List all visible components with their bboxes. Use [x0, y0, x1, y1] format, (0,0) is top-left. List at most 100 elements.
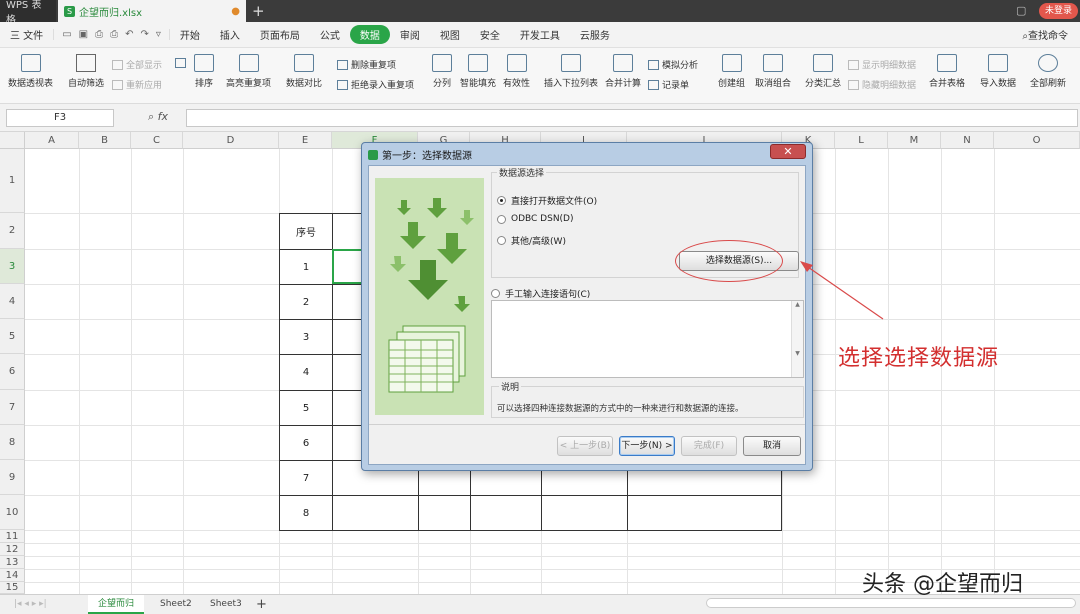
menu-formula[interactable]: 公式 — [310, 27, 350, 42]
subtotal-button[interactable]: 分类汇总 — [805, 54, 841, 89]
auto-filter-button[interactable]: 自动筛选 — [68, 54, 104, 89]
row-header-8[interactable]: 8 — [0, 425, 25, 460]
row-header-1[interactable]: 1 — [0, 149, 25, 213]
undo-icon[interactable]: ↶ — [125, 29, 133, 40]
pivot-table-button[interactable]: 数据透视表 — [8, 54, 53, 89]
sheet-nav-icon[interactable]: |◂ ◂ ▸ ▸| — [4, 595, 57, 614]
open-icon[interactable]: ▭ — [62, 29, 71, 40]
record-sheet-button[interactable]: 记录单 — [648, 78, 689, 91]
row-header-4[interactable]: 4 — [0, 284, 25, 319]
smart-fill-button[interactable]: 智能填充 — [460, 54, 496, 89]
column-header-a[interactable]: A — [25, 132, 79, 149]
table-cell[interactable] — [332, 495, 419, 531]
sheet-tab-sheet2[interactable]: Sheet2 — [150, 595, 202, 614]
serial-cell[interactable]: 4 — [279, 354, 333, 391]
name-box[interactable]: F3 — [6, 109, 114, 127]
row-header-3[interactable]: 3 — [0, 249, 25, 284]
menu-review[interactable]: 审阅 — [390, 27, 430, 42]
menu-page-layout[interactable]: 页面布局 — [250, 27, 310, 42]
horizontal-scrollbar[interactable] — [706, 598, 1076, 608]
row-header-2[interactable]: 2 — [0, 213, 25, 249]
refresh-all-button[interactable]: 全部刷新 — [1030, 54, 1066, 89]
row-header-13[interactable]: 13 — [0, 556, 25, 569]
file-menu[interactable]: 三 文件 — [0, 27, 53, 42]
column-header-l[interactable]: L — [835, 132, 888, 149]
row-header-6[interactable]: 6 — [0, 354, 25, 390]
ungroup-button[interactable]: 取消组合 — [755, 54, 791, 89]
sheet-tab-active[interactable]: 企望而归 — [88, 595, 145, 614]
create-group-button[interactable]: 创建组 — [718, 54, 745, 89]
search-command[interactable]: ⌕查找命令 — [1022, 27, 1080, 42]
dialog-title-bar[interactable]: 第一步：选择数据源 — [368, 147, 472, 162]
app-tab[interactable]: WPS 表格 — [0, 0, 56, 26]
add-sheet-button[interactable]: + — [246, 595, 277, 614]
menu-view[interactable]: 视图 — [430, 27, 470, 42]
column-header-c[interactable]: C — [131, 132, 183, 149]
row-header-5[interactable]: 5 — [0, 319, 25, 354]
serial-cell[interactable]: 2 — [279, 284, 333, 320]
row-header-9[interactable]: 9 — [0, 460, 25, 495]
redo-icon[interactable]: ↷ — [140, 29, 148, 40]
column-header-n[interactable]: N — [941, 132, 994, 149]
serial-cell[interactable]: 7 — [279, 460, 333, 496]
save-icon[interactable]: ▣ — [79, 29, 88, 40]
consolidate-button[interactable]: 合并计算 — [605, 54, 641, 89]
finish-button[interactable]: 完成(F) — [681, 436, 737, 456]
reject-duplicates-button[interactable]: 拒绝录入重复项 — [337, 78, 414, 91]
show-detail-button[interactable]: 显示明细数据 — [848, 58, 916, 71]
prev-step-button[interactable]: < 上一步(B) — [557, 436, 613, 456]
table-cell[interactable] — [627, 495, 782, 531]
row-header-11[interactable]: 11 — [0, 530, 25, 543]
row-header-10[interactable]: 10 — [0, 495, 25, 530]
sheet-tab-sheet3[interactable]: Sheet3 — [200, 595, 252, 614]
table-cell[interactable] — [541, 495, 628, 531]
print-preview-icon[interactable]: ⎙ — [95, 29, 103, 40]
serial-cell[interactable]: 5 — [279, 390, 333, 426]
import-data-button[interactable]: 导入数据 — [980, 54, 1016, 89]
highlight-duplicates-button[interactable]: 高亮重复项 — [226, 54, 271, 89]
menu-data[interactable]: 数据 — [349, 25, 390, 44]
delete-duplicates-button[interactable]: 删除重复项 — [337, 58, 396, 71]
reapply-button[interactable]: 重新应用 — [112, 78, 162, 91]
data-compare-button[interactable]: 数据对比 — [286, 54, 322, 89]
hide-detail-button[interactable]: 隐藏明细数据 — [848, 78, 916, 91]
menu-developer[interactable]: 开发工具 — [510, 27, 570, 42]
validity-button[interactable]: 有效性 — [503, 54, 530, 89]
menu-home[interactable]: 开始 — [170, 27, 210, 42]
cancel-button[interactable]: 取消 — [743, 436, 801, 456]
table-cell[interactable] — [470, 495, 542, 531]
login-button[interactable]: 未登录 — [1038, 3, 1078, 19]
select-all-corner[interactable] — [0, 132, 25, 149]
modified-dot-icon[interactable]: ● — [231, 6, 240, 17]
insert-dropdown-button[interactable]: 插入下拉列表 — [544, 54, 598, 89]
dialog-close-button[interactable]: ✕ — [770, 144, 806, 159]
restore-window-icon[interactable]: ▢ — [1016, 4, 1026, 17]
row-header-15[interactable]: 15 — [0, 582, 25, 594]
formula-input[interactable] — [186, 109, 1078, 127]
column-header-e[interactable]: E — [279, 132, 332, 149]
row-header-7[interactable]: 7 — [0, 390, 25, 425]
table-header-serial[interactable]: 序号 — [279, 213, 333, 250]
radio-direct-open[interactable]: 直接打开数据文件(O) — [497, 194, 597, 207]
fx-icon[interactable]: fx — [158, 110, 168, 123]
serial-cell[interactable]: 3 — [279, 319, 333, 355]
radio-odbc[interactable]: ODBC DSN(D) — [497, 214, 574, 224]
file-tab[interactable]: S 企望而归.xlsx ● — [58, 0, 246, 22]
column-header-o[interactable]: O — [994, 132, 1080, 149]
sort-asc-icon[interactable] — [175, 58, 186, 68]
merge-tables-button[interactable]: 合并表格 — [929, 54, 965, 89]
next-step-button[interactable]: 下一步(N) > — [619, 436, 675, 456]
row-header-14[interactable]: 14 — [0, 569, 25, 582]
column-header-m[interactable]: M — [888, 132, 941, 149]
column-header-b[interactable]: B — [79, 132, 131, 149]
menu-cloud[interactable]: 云服务 — [570, 27, 620, 42]
zoom-icon[interactable]: ⌕ — [148, 110, 154, 123]
split-column-button[interactable]: 分列 — [432, 54, 452, 89]
serial-cell[interactable]: 6 — [279, 425, 333, 461]
menu-security[interactable]: 安全 — [470, 27, 510, 42]
menu-insert[interactable]: 插入 — [210, 27, 250, 42]
serial-cell[interactable]: 1 — [279, 249, 333, 285]
serial-cell[interactable]: 8 — [279, 495, 333, 531]
sort-button[interactable]: 排序 — [194, 54, 214, 89]
row-header-12[interactable]: 12 — [0, 543, 25, 556]
